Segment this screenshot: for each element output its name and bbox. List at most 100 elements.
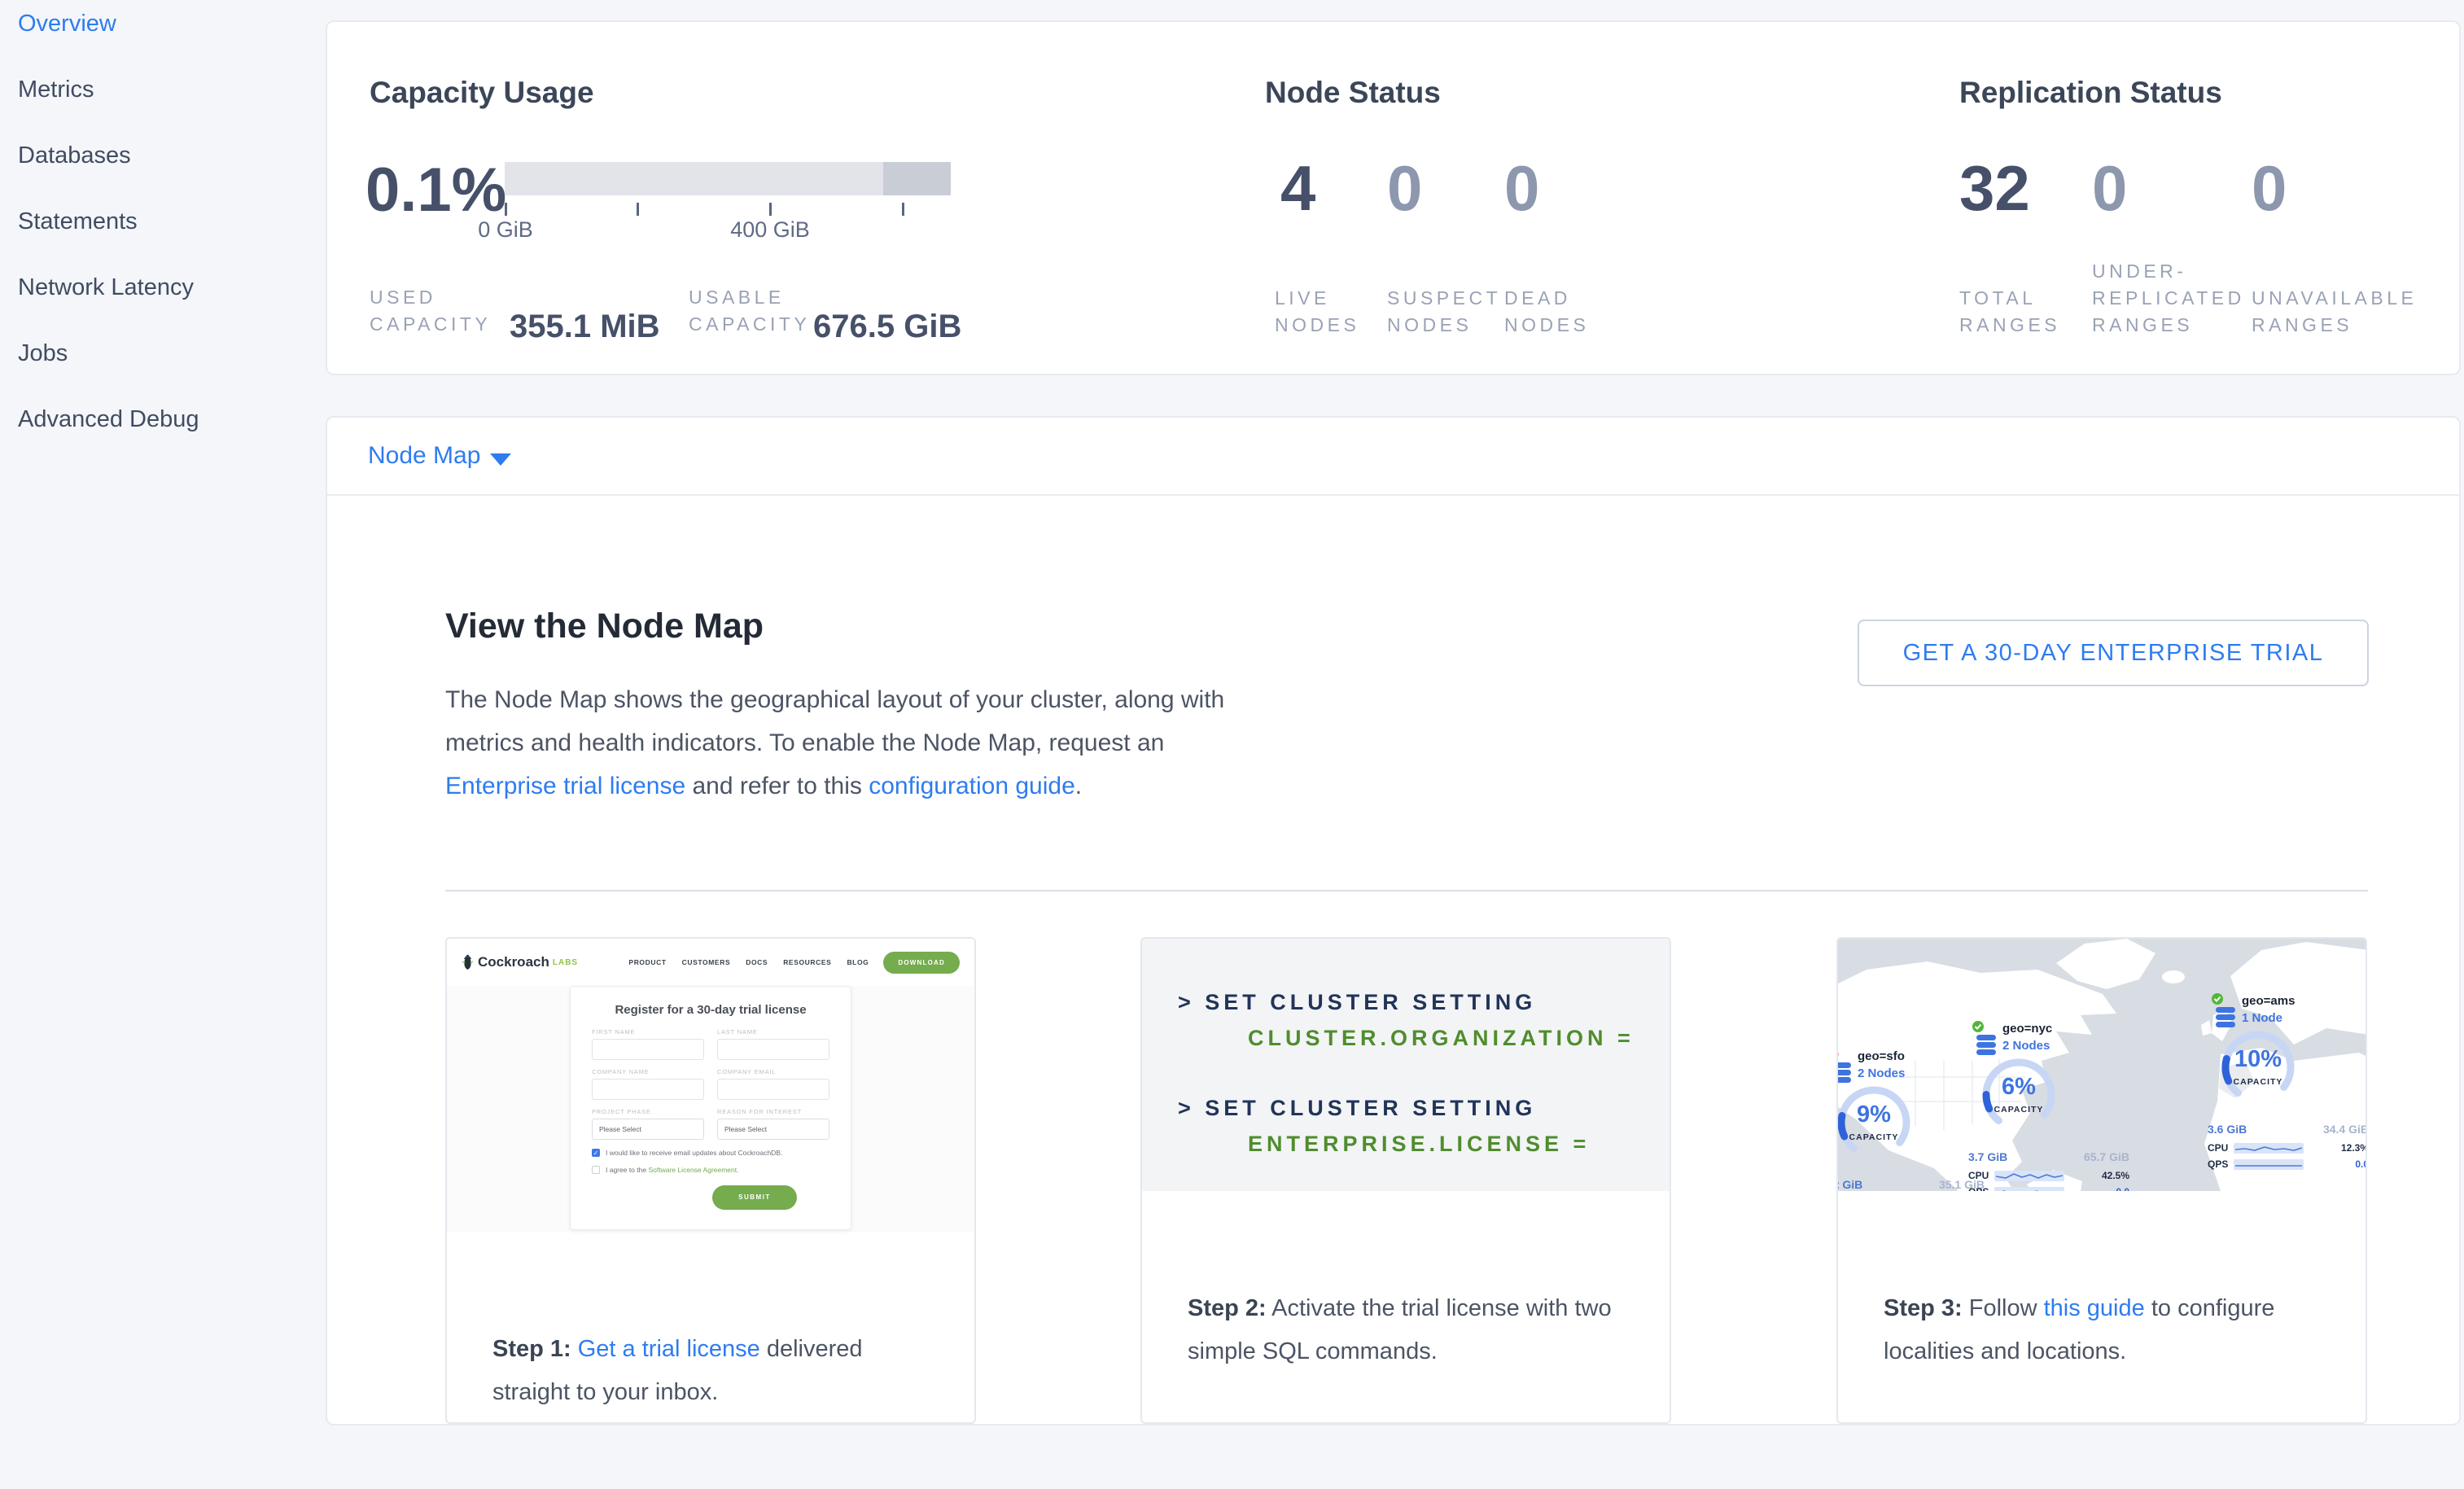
step3-caption: Step 3: Follow this guide to configure l… xyxy=(1838,1191,2366,1373)
replication-status-section: Replication Status 32 0 0 TOTAL RANGES U… xyxy=(1959,22,2462,374)
sidebar-item-jobs[interactable]: Jobs xyxy=(0,339,326,368)
cockroach-logo-icon xyxy=(462,954,474,970)
capacity-label: CAPACITY xyxy=(1838,1132,1915,1142)
trial-license-site-screenshot: Cockroach LABS PRODUCT CUSTOMERS DOCS RE… xyxy=(447,939,974,1232)
field-label: COMPANY NAME xyxy=(592,1068,704,1075)
total-ranges-count: 32 xyxy=(1959,153,2030,223)
license-agreement-checkbox-label: I agree to the Software License Agreemen… xyxy=(606,1166,739,1174)
email-updates-checkbox-label: I would like to receive email updates ab… xyxy=(606,1149,782,1157)
node-status-section: Node Status 4 0 0 LIVE NODES SUSPECT NOD… xyxy=(1265,22,1916,374)
submit-button: SUBMIT xyxy=(712,1185,797,1210)
get-enterprise-trial-button[interactable]: GET A 30-DAY ENTERPRISE TRIAL xyxy=(1858,620,2369,686)
axis-tick xyxy=(505,203,507,216)
qps-value: 0.0 xyxy=(2116,1186,2129,1191)
site-logo-suffix: LABS xyxy=(553,958,578,967)
cpu-label: CPU xyxy=(2208,1142,2228,1154)
qps-label: QPS xyxy=(1968,1186,1989,1191)
dead-nodes-label: DEAD NODES xyxy=(1504,285,1589,339)
sql-setting-line: ENTERPRISE.LICENSE = xyxy=(1178,1126,1670,1162)
sidebar-item-overview[interactable]: Overview xyxy=(0,10,326,38)
axis-tick-label: 0 GiB xyxy=(478,217,533,243)
node-map-selector-label[interactable]: Node Map xyxy=(368,442,480,470)
locality-name: geo=nyc xyxy=(2002,1022,2052,1036)
capacity-label: CAPACITY xyxy=(1978,1105,2059,1115)
sidebar-item-advanced-debug[interactable]: Advanced Debug xyxy=(0,405,326,434)
inline-link[interactable]: configuration guide xyxy=(869,773,1075,799)
step1-caption: Step 1: Get a trial license delivered st… xyxy=(447,1232,974,1414)
suspect-nodes-label: SUSPECT NODES xyxy=(1387,285,1501,339)
chevron-down-icon[interactable] xyxy=(490,453,511,466)
axis-tick xyxy=(637,203,639,216)
healthy-check-icon xyxy=(2211,992,2224,1005)
site-nav-customers: CUSTOMERS xyxy=(682,958,731,966)
qps-value: 0.0 xyxy=(2355,1158,2366,1170)
sql-command-line: > SET CLUSTER SETTING xyxy=(1178,1090,1670,1126)
capacity-label: CAPACITY xyxy=(2217,1077,2299,1087)
site-logo-text: Cockroach xyxy=(478,954,549,970)
axis-tick xyxy=(902,203,904,216)
software-license-link: Software License Agreement. xyxy=(648,1166,738,1174)
capacity-gauge: 9% CAPACITY xyxy=(1838,1082,1915,1163)
overview-page: Overview Metrics Databases Statements Ne… xyxy=(0,0,2464,1489)
sidebar-item-databases[interactable]: Databases xyxy=(0,142,326,170)
usable-capacity-value: 676.5 GiB xyxy=(813,309,961,345)
field-label: LAST NAME xyxy=(717,1028,829,1036)
used-gib: 3.7 GiB xyxy=(1968,1150,2007,1163)
used-gib: 3.6 GiB xyxy=(2208,1123,2247,1136)
cpu-value: 12.3% xyxy=(2341,1142,2366,1154)
capacity-bar xyxy=(505,162,951,195)
live-nodes-label: LIVE NODES xyxy=(1275,285,1359,339)
checkbox-unchecked-icon xyxy=(592,1166,600,1174)
axis-tick-label: 400 GiB xyxy=(730,217,810,243)
used-capacity-label: USED CAPACITY xyxy=(370,284,491,338)
replication-status-title: Replication Status xyxy=(1959,76,2222,110)
sidebar-item-statements[interactable]: Statements xyxy=(0,208,326,236)
site-body: Register for a 30-day trial license FIRS… xyxy=(447,986,974,1232)
inline-link[interactable]: Enterprise trial license xyxy=(445,773,685,799)
site-download-button: DOWNLOAD xyxy=(883,952,960,974)
inline-link[interactable]: Get a trial license xyxy=(578,1336,760,1362)
capacity-bar-reserved-segment xyxy=(883,162,951,195)
cluster-summary-panel: Capacity Usage 0.1% 0 GiB 400 GiB USED C… xyxy=(326,20,2461,375)
field-label: COMPANY EMAIL xyxy=(717,1068,829,1075)
usable-gib: 34.4 GiB xyxy=(2323,1123,2366,1136)
company-email-field xyxy=(717,1079,829,1100)
locality-name: geo=ams xyxy=(2242,994,2295,1008)
suspect-nodes-count: 0 xyxy=(1387,153,1422,223)
trial-register-form: Register for a 30-day trial license FIRS… xyxy=(570,986,851,1230)
locality-nodes: 2 Nodes xyxy=(2002,1039,2050,1053)
field-label: PROJECT PHASE xyxy=(592,1108,704,1115)
sql-setting-line: CLUSTER.ORGANIZATION = xyxy=(1178,1020,1670,1056)
site-nav-resources: RESOURCES xyxy=(783,958,831,966)
capacity-percent: 0.1% xyxy=(365,155,506,226)
capacity-gauge: 6% CAPACITY xyxy=(1978,1054,2059,1136)
usable-gib: 65.7 GiB xyxy=(2084,1150,2129,1163)
step3-card: geo=sfo 2 Nodes 9% CAPACITY 3.2 GiB 35.1… xyxy=(1836,937,2367,1424)
under-replicated-ranges-label: UNDER- REPLICATED RANGES xyxy=(2092,258,2245,339)
locality-name: geo=sfo xyxy=(1858,1049,1905,1063)
last-name-field xyxy=(717,1039,829,1060)
sql-command-line: > SET CLUSTER SETTING xyxy=(1178,984,1670,1020)
first-name-field xyxy=(592,1039,704,1060)
capacity-usage-title: Capacity Usage xyxy=(370,76,594,110)
site-nav-blog: BLOG xyxy=(847,958,869,966)
cpu-label: CPU xyxy=(1968,1170,1989,1181)
inline-link[interactable]: this guide xyxy=(2044,1295,2145,1321)
node-map-preview: geo=sfo 2 Nodes 9% CAPACITY 3.2 GiB 35.1… xyxy=(1838,939,2366,1191)
node-status-title: Node Status xyxy=(1265,76,1441,110)
usable-capacity-label: USABLE CAPACITY xyxy=(689,284,810,338)
node-map-view-selector[interactable]: Node Map xyxy=(327,418,2459,496)
sidebar-item-network-latency[interactable]: Network Latency xyxy=(0,274,326,302)
node-map-panel: Node Map View the Node Map The Node Map … xyxy=(326,416,2461,1425)
locality-nodes: 1 Node xyxy=(2242,1011,2282,1025)
used-gib: 3.2 GiB xyxy=(1838,1178,1862,1191)
unavailable-ranges-count: 0 xyxy=(2252,153,2287,223)
node-map-description: The Node Map shows the geographical layo… xyxy=(445,678,1259,808)
step1-card: Cockroach LABS PRODUCT CUSTOMERS DOCS RE… xyxy=(445,937,976,1424)
divider xyxy=(445,890,2368,891)
sidebar-item-metrics[interactable]: Metrics xyxy=(0,76,326,104)
field-label: FIRST NAME xyxy=(592,1028,704,1036)
step2-caption: Step 2: Activate the trial license with … xyxy=(1142,1191,1670,1373)
site-navbar: Cockroach LABS PRODUCT CUSTOMERS DOCS RE… xyxy=(447,939,974,986)
site-nav-docs: DOCS xyxy=(746,958,768,966)
